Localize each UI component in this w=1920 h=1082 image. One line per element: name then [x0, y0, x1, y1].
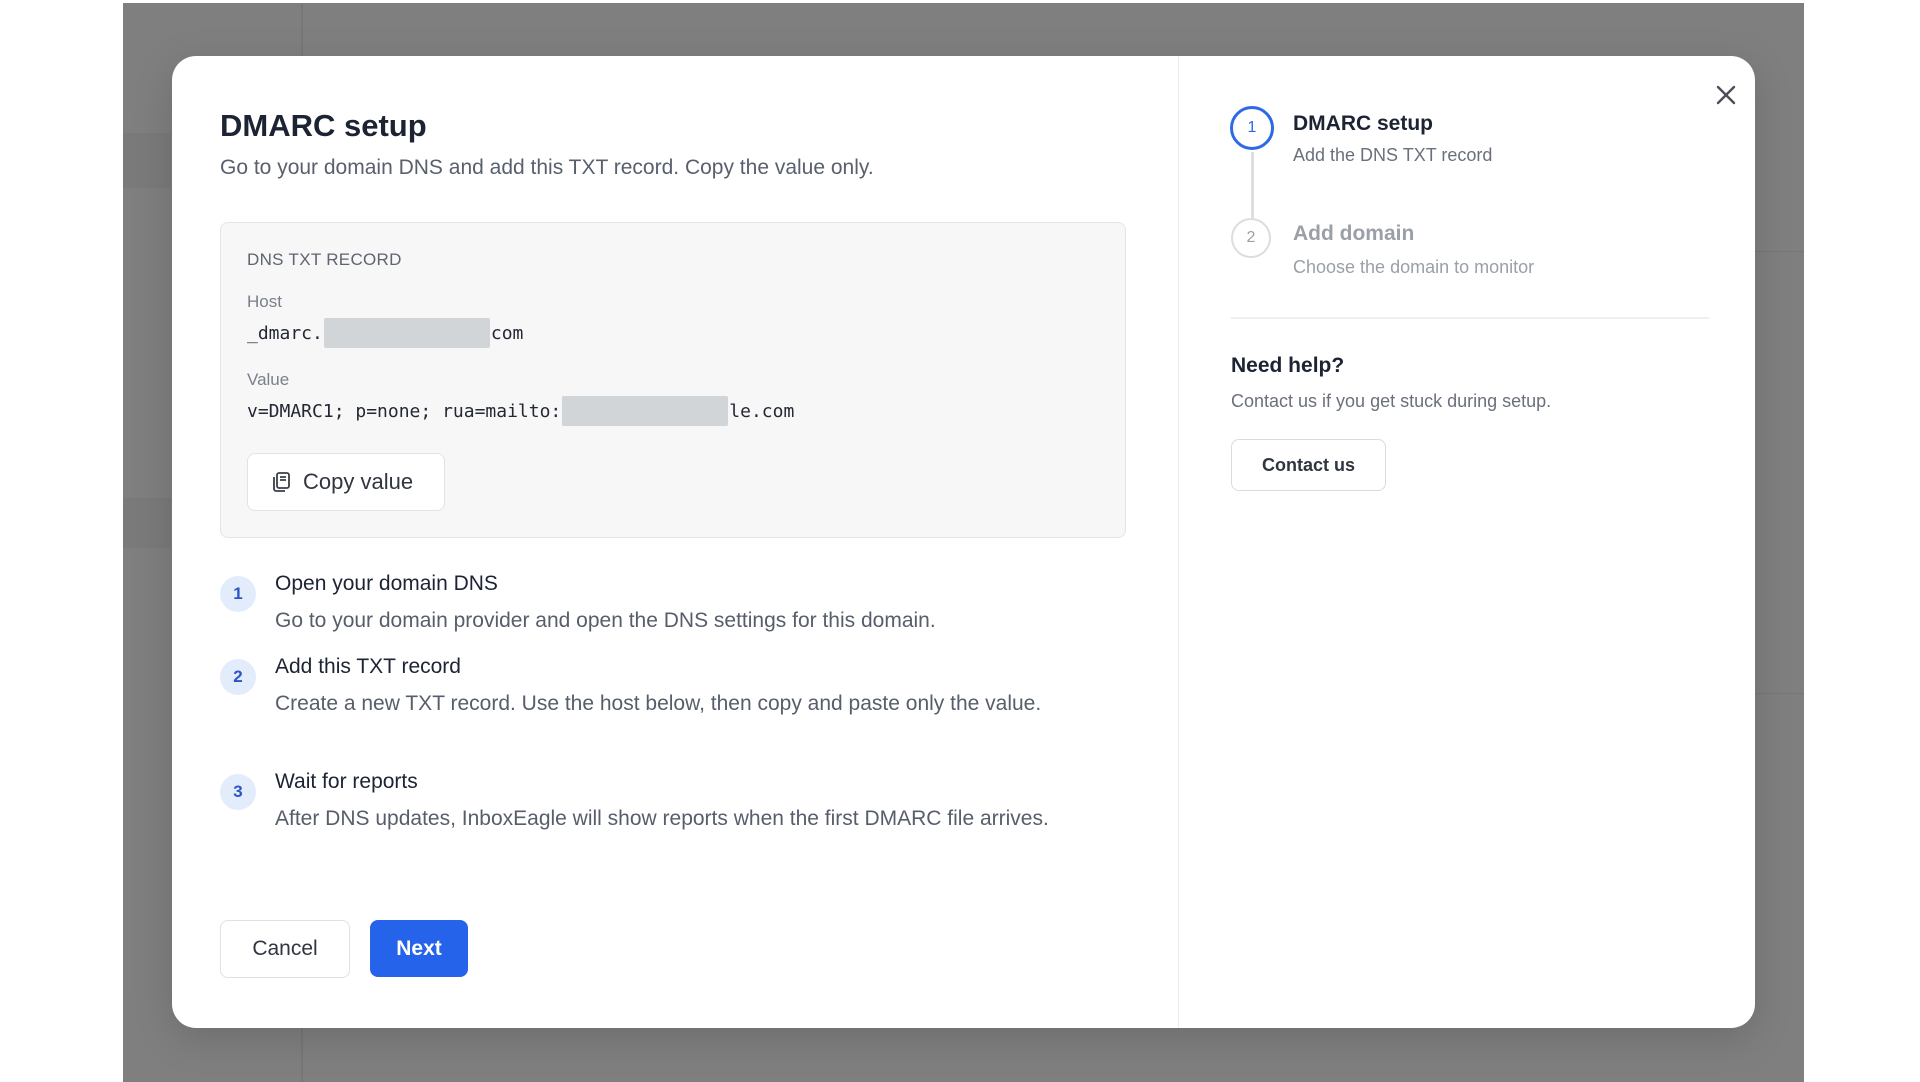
- step-title: Add this TXT record: [275, 655, 461, 678]
- contact-us-button[interactable]: Contact us: [1231, 439, 1386, 491]
- value-label: Value: [247, 370, 290, 389]
- step-title: Open your domain DNS: [275, 572, 498, 595]
- host-value-suffix: com: [490, 322, 524, 344]
- dns-record-caption: DNS TXT RECORD: [247, 250, 402, 269]
- help-title: Need help?: [1231, 354, 1345, 377]
- close-icon[interactable]: [1709, 78, 1743, 112]
- step-description: Go to your domain provider and open the …: [275, 609, 936, 632]
- background-divider: [1755, 693, 1804, 694]
- step-number-badge: 2: [220, 659, 256, 695]
- host-value-prefix: _dmarc.: [247, 322, 323, 344]
- copy-value-label: Copy value: [303, 469, 414, 494]
- modal-subtitle: Go to your domain DNS and add this TXT r…: [220, 156, 874, 179]
- wizard-step-indicator: 2: [1231, 218, 1271, 258]
- redacted-block: [323, 318, 490, 348]
- step-number-badge: 3: [220, 774, 256, 810]
- dmarc-setup-modal: DMARC setup Go to your domain DNS and ad…: [172, 56, 1755, 1028]
- background-panel: [123, 498, 171, 548]
- redacted-block: [562, 396, 729, 426]
- step-description: After DNS updates, InboxEagle will show …: [275, 807, 1049, 830]
- host-value[interactable]: _dmarc. com: [247, 318, 523, 348]
- sidebar-divider: [1231, 317, 1709, 319]
- wizard-step-indicator-active: 1: [1230, 106, 1274, 150]
- wizard-step-description: Choose the domain to monitor: [1293, 257, 1535, 277]
- help-description: Contact us if you get stuck during setup…: [1231, 391, 1552, 411]
- wizard-step-connector: [1251, 152, 1254, 218]
- background-panel: [123, 133, 171, 188]
- wizard-step-description: Add the DNS TXT record: [1293, 145, 1493, 165]
- record-value-suffix: le.com: [729, 400, 795, 422]
- wizard-step-title: DMARC setup: [1293, 112, 1433, 135]
- step-title: Wait for reports: [275, 770, 418, 793]
- wizard-sidebar: 1 DMARC setup Add the DNS TXT record 2 A…: [1179, 56, 1755, 1028]
- next-button[interactable]: Next: [370, 920, 468, 977]
- step-description: Create a new TXT record. Use the host be…: [275, 692, 1042, 715]
- record-value-prefix: v=DMARC1; p=none; rua=mailto:: [247, 400, 562, 422]
- host-label: Host: [247, 292, 282, 311]
- cancel-button[interactable]: Cancel: [220, 920, 350, 978]
- wizard-step-title: Add domain: [1293, 222, 1415, 245]
- copy-value-button[interactable]: Copy value: [247, 453, 445, 511]
- step-number-badge: 1: [220, 576, 256, 612]
- setup-instructions-pane: DMARC setup Go to your domain DNS and ad…: [172, 56, 1178, 1028]
- copy-icon: [269, 470, 293, 494]
- dns-record-card: DNS TXT RECORD Host _dmarc. com Value v=D…: [220, 222, 1126, 538]
- record-value[interactable]: v=DMARC1; p=none; rua=mailto: le.com: [247, 396, 794, 426]
- background-divider: [1755, 251, 1804, 252]
- modal-title: DMARC setup: [220, 108, 427, 143]
